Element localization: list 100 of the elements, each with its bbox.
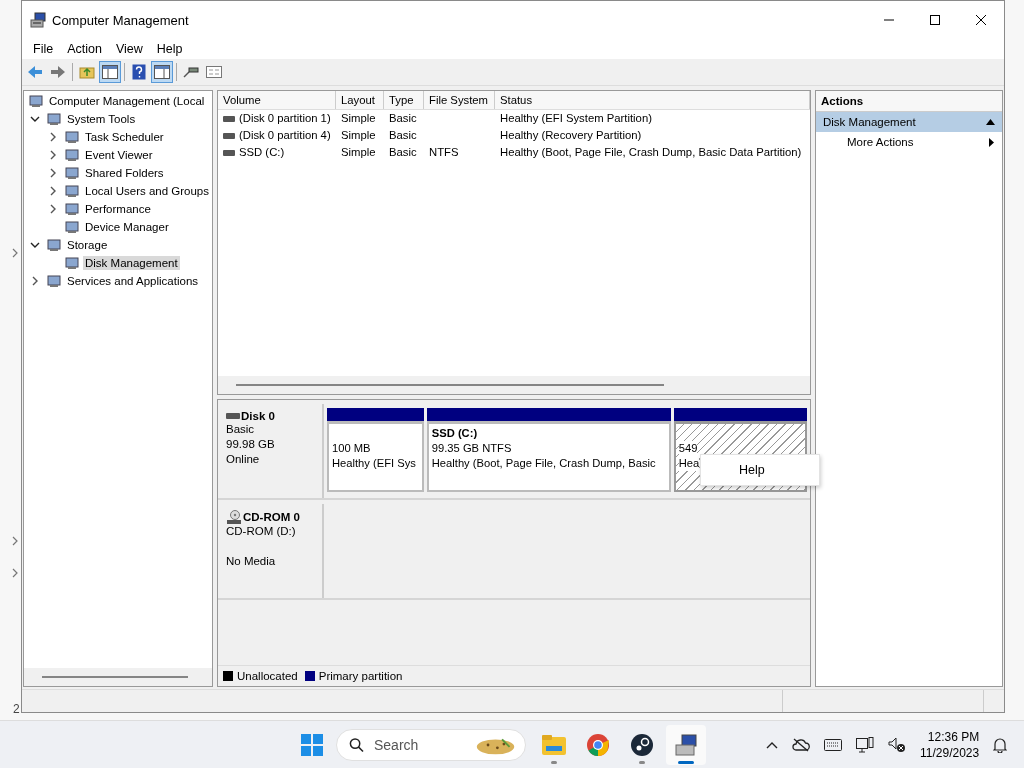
table-cell-text: (Disk 0 partition 1)	[239, 111, 331, 126]
tree-item[interactable]: Device Manager	[83, 220, 171, 234]
collapse-arrow-icon	[986, 119, 995, 125]
disk-name: Disk 0	[241, 410, 275, 422]
tree-node-icon	[46, 273, 62, 289]
partition-size: 549	[678, 441, 698, 456]
chevron-icon	[12, 248, 18, 258]
tree-node-icon	[64, 165, 80, 181]
chevron-icon	[12, 536, 18, 546]
tree-node-icon	[64, 129, 80, 145]
tree-item[interactable]: Performance	[83, 202, 153, 216]
disk-info-panel[interactable]: Disk 0 Basic 99.98 GB Online	[218, 404, 324, 498]
clock-date: 11/29/2023	[920, 745, 980, 761]
partition-block[interactable]: 100 MB Healthy (EFI Sys	[327, 421, 424, 492]
notification-bell-icon[interactable]	[993, 737, 1008, 753]
connect-icon	[183, 65, 199, 79]
toolbar-button[interactable]	[99, 61, 121, 83]
table-cell-text: Healthy (EFI System Partition)	[500, 111, 652, 126]
cd-drive-icon	[226, 510, 242, 524]
tree-item[interactable]: System Tools	[65, 112, 138, 126]
scrollbar-thumb[interactable]	[42, 676, 188, 678]
running-indicator	[551, 761, 557, 764]
column-header[interactable]: Layout	[336, 91, 384, 109]
actions-section[interactable]: Disk Management	[816, 112, 1002, 132]
disk-detail: No Media	[226, 554, 277, 569]
actions-header: Actions	[816, 91, 1002, 112]
menu-item[interactable]: Help	[149, 42, 190, 56]
cloud-off-icon[interactable]	[792, 738, 810, 752]
search-box[interactable]: Search	[336, 729, 526, 761]
column-header[interactable]: Status	[495, 91, 810, 109]
search-field[interactable]: Search	[371, 736, 466, 754]
table-cell-text: Simple	[341, 111, 376, 126]
table-cell-text: Basic	[389, 128, 417, 143]
chevron-up-icon[interactable]	[766, 741, 778, 749]
action-label: More Actions	[847, 136, 914, 148]
partition-size: 100 MB	[332, 441, 372, 456]
windows-logo-icon	[301, 734, 323, 756]
partition-status: Healthy (Boot, Page File, Crash Dump, Basic	[431, 456, 657, 471]
tree-node-icon	[64, 255, 80, 271]
tree-item[interactable]: Shared Folders	[83, 166, 166, 180]
action-item[interactable]: More Actions	[816, 132, 1002, 152]
menu-item[interactable]: Help	[701, 461, 819, 479]
status-text: 2	[13, 702, 20, 716]
tree-item[interactable]: Services and Applications	[65, 274, 201, 288]
partition-status: Hea	[678, 456, 700, 471]
chrome-icon	[587, 734, 609, 756]
disk-name: CD-ROM 0	[243, 511, 300, 523]
computer-management-icon	[674, 734, 698, 756]
close-icon	[976, 15, 986, 25]
legend-label: Unallocated	[237, 670, 298, 682]
table-cell-text: Basic	[389, 145, 417, 160]
tree-pane-icon	[102, 65, 118, 79]
taskbar-app-button[interactable]	[666, 725, 706, 765]
toolbar-button[interactable]	[151, 61, 173, 83]
disk-info-panel[interactable]: CD-ROM 0 CD-ROM (D:) No Media	[218, 504, 324, 598]
network-icon[interactable]	[856, 737, 874, 753]
tree-item[interactable]: Task Scheduler	[83, 130, 166, 144]
table-cell-text: Basic	[389, 111, 417, 126]
table-cell-text: Healthy (Recovery Partition)	[500, 128, 642, 143]
tree-node-icon	[64, 219, 80, 235]
menu-item[interactable]: File	[26, 42, 61, 56]
clock-time: 12:36 PM	[927, 729, 980, 745]
back-arrow-icon	[27, 65, 43, 79]
table-cell-text: NTFS	[429, 145, 459, 160]
tree-item[interactable]: Storage	[65, 238, 110, 252]
table-cell-text: Healthy (Boot, Page File, Crash Dump, Basic Data Partition)	[500, 145, 802, 160]
forward-arrow-icon	[50, 65, 66, 79]
column-header[interactable]: Volume	[218, 91, 336, 109]
tree-item[interactable]: Computer Management (Local	[47, 94, 207, 108]
drive-icon	[223, 132, 235, 139]
clock[interactable]: 12:36 PM 11/29/2023	[920, 729, 980, 761]
table-cell-text: Simple	[341, 128, 376, 143]
tree-item[interactable]: Local Users and Groups	[83, 184, 211, 198]
tree-node-icon	[28, 93, 44, 109]
scrollbar-thumb[interactable]	[236, 384, 664, 386]
menu-item[interactable]: Action	[60, 42, 109, 56]
tree-node-icon	[64, 201, 80, 217]
tree-node-icon	[64, 147, 80, 163]
drive-icon	[223, 115, 235, 122]
speaker-muted-icon[interactable]	[888, 737, 906, 753]
column-header[interactable]: File System	[424, 91, 495, 109]
drive-icon	[223, 149, 235, 156]
tree-item[interactable]: Event Viewer	[83, 148, 155, 162]
steam-icon	[631, 734, 653, 756]
partition-status: Healthy (EFI Sys	[332, 456, 417, 471]
submenu-arrow-icon	[989, 137, 994, 147]
legend-label: Primary partition	[318, 670, 403, 682]
section-title: Disk Management	[823, 116, 916, 128]
folder-icon	[542, 735, 566, 755]
window-title: Computer Management	[52, 12, 190, 28]
column-header[interactable]: Type	[384, 91, 424, 109]
help-icon	[132, 64, 146, 80]
search-icon	[349, 737, 364, 753]
properties-icon	[206, 65, 222, 79]
maximize-icon	[930, 15, 940, 25]
action-pane-icon	[154, 65, 170, 79]
partition-block[interactable]: SSD (C:) 99.35 GB NTFS Healthy (Boot, Page File, Crash Dump, Basic	[426, 421, 671, 492]
keyboard-icon[interactable]	[824, 739, 842, 751]
tree-item[interactable]: Disk Management	[83, 256, 180, 270]
menu-item[interactable]: View	[108, 42, 150, 56]
